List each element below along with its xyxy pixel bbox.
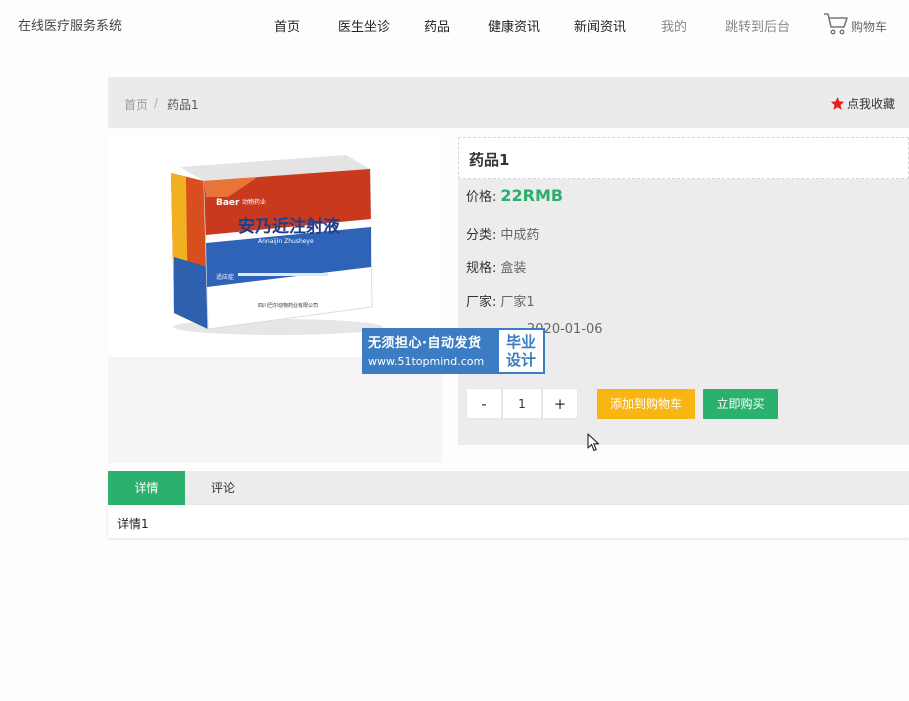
medicine-box-image: Baer 动物药业 安乃近注射液 Annaijin Zhusheye 适应症 四… <box>171 155 383 335</box>
nav-doctor[interactable]: 医生坐诊 <box>338 16 390 35</box>
favorite-button[interactable]: 点我收藏 <box>830 95 895 112</box>
maker-value: 厂家1 <box>500 295 535 310</box>
breadcrumb-separator: / <box>154 96 159 110</box>
category-value: 中成药 <box>500 228 540 243</box>
quantity-increase-button[interactable]: + <box>542 388 578 419</box>
product-image-panel: Baer 动物药业 安乃近注射液 Annaijin Zhusheye 适应症 四… <box>108 137 442 463</box>
watermark-badge: 毕业设计 <box>497 328 545 374</box>
star-icon <box>830 96 845 110</box>
watermark-line1: 无须担心·自动发货 <box>368 336 482 351</box>
package-pinyin: Annaijin Zhusheye <box>258 238 314 245</box>
watermark-text: 无须担心·自动发货 www.51topmind.com <box>362 328 497 374</box>
breadcrumb-home[interactable]: 首页 <box>124 96 148 113</box>
detail-content-box: 详情1 <box>108 505 909 538</box>
watermark-banner: 无须担心·自动发货 www.51topmind.com 毕业设计 <box>362 328 545 374</box>
nav-medicine[interactable]: 药品 <box>424 16 450 35</box>
product-image: Baer 动物药业 安乃近注射液 Annaijin Zhusheye 适应症 四… <box>108 137 442 357</box>
spec-row: 规格: 盒装 <box>466 257 526 276</box>
product-title-box: 药品1 <box>458 137 909 179</box>
price-value: 22RMB <box>500 186 564 205</box>
tab-comments[interactable]: 评论 <box>196 471 250 505</box>
cart-icon <box>824 13 848 35</box>
package-maker: 四川巴尔动物药业有限公司 <box>258 302 318 309</box>
favorite-label: 点我收藏 <box>847 97 896 111</box>
detail-tabs: 详情 评论 <box>108 471 909 505</box>
nav-mine[interactable]: 我的 <box>661 16 687 35</box>
cart-link[interactable]: 购物车 <box>823 12 887 36</box>
nav-health-info[interactable]: 健康资讯 <box>488 16 540 35</box>
site-title: 在线医疗服务系统 <box>18 19 123 34</box>
tab-details[interactable]: 详情 <box>108 471 185 505</box>
nav-home[interactable]: 首页 <box>274 16 300 35</box>
category-row: 分类: 中成药 <box>466 224 539 243</box>
product-title: 药品1 <box>469 151 510 169</box>
price-row: 价格: 22RMB <box>466 186 563 205</box>
mouse-cursor-icon <box>587 433 600 452</box>
detail-content: 详情1 <box>117 517 149 531</box>
maker-row: 厂家: 厂家1 <box>466 291 535 310</box>
quantity-decrease-button[interactable]: - <box>466 388 502 419</box>
buy-now-button[interactable]: 立即购买 <box>703 389 778 419</box>
quantity-input[interactable] <box>502 388 542 419</box>
category-label: 分类: <box>466 228 497 243</box>
package-usage-label: 适应症 <box>216 273 234 281</box>
add-to-cart-button[interactable]: 添加到购物车 <box>597 389 695 419</box>
breadcrumb: 首页 / 药品1 点我收藏 <box>108 77 909 128</box>
maker-label: 厂家: <box>466 295 497 310</box>
package-brand-cn: 动物药业 <box>242 198 266 206</box>
watermark-line2: www.51topmind.com <box>368 355 485 368</box>
breadcrumb-current: 药品1 <box>167 98 199 112</box>
nav-admin[interactable]: 跳转到后台 <box>725 16 790 35</box>
cart-label: 购物车 <box>851 20 888 34</box>
product-info-panel: 药品1 价格: 22RMB 分类: 中成药 规格: 盒装 厂家: 厂家1 2020-01… <box>458 137 909 445</box>
spec-label: 规格: <box>466 261 497 276</box>
package-name: 安乃近注射液 <box>238 216 340 237</box>
package-brand: Baer <box>216 198 240 208</box>
spec-value: 盒装 <box>500 261 527 276</box>
nav-news[interactable]: 新闻资讯 <box>574 16 626 35</box>
price-label: 价格: <box>466 190 497 205</box>
watermark-badge-text: 毕业设计 <box>505 333 536 369</box>
